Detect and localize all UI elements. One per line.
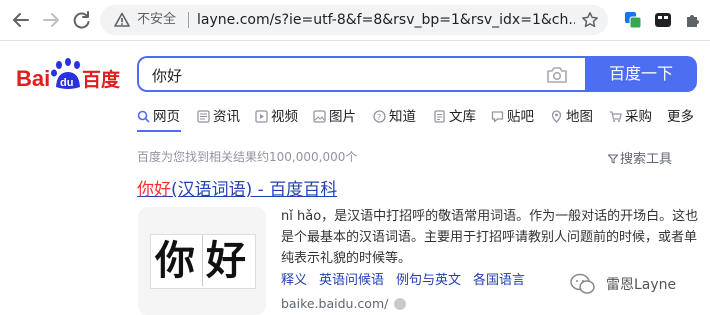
tab-label: 更多 bbox=[667, 109, 694, 125]
result-sublinks: 释义 英语问候语 例句与英文 各国语言 bbox=[281, 269, 537, 288]
reload-icon[interactable] bbox=[70, 9, 92, 31]
bookmark-star-icon[interactable] bbox=[581, 11, 599, 29]
forward-arrow-icon[interactable] bbox=[40, 9, 62, 31]
news-icon bbox=[197, 110, 210, 123]
logo-cn-text: 百度 bbox=[82, 68, 121, 91]
wechat-icon bbox=[570, 273, 595, 294]
extension-translate-icon[interactable] bbox=[624, 11, 642, 29]
result-thumbnail[interactable]: 你 好 bbox=[138, 207, 266, 315]
result-source[interactable]: baike.baidu.com/ bbox=[281, 296, 407, 311]
tab-label: 网页 bbox=[153, 109, 180, 125]
logo-du-text: du bbox=[60, 77, 73, 89]
security-label[interactable]: 不安全 bbox=[137, 12, 176, 28]
result-title-highlight: 你好 bbox=[137, 180, 171, 200]
result-title-rest: (汉语词语) - 百度百科 bbox=[171, 180, 338, 200]
back-arrow-icon[interactable] bbox=[10, 9, 32, 31]
sublink[interactable]: 例句与英文 bbox=[396, 273, 461, 288]
tab-label: 采购 bbox=[625, 109, 652, 125]
image-icon bbox=[313, 110, 326, 123]
extension-board-icon[interactable] bbox=[654, 11, 672, 29]
result-snippet: nǐ hǎo，是汉语中打招呼的敬语常用词语。作为一般对话的开场白。这也是个最基本… bbox=[281, 209, 699, 266]
search-input[interactable]: 你好 bbox=[137, 56, 585, 92]
result-count: 百度为您找到相关结果约100,000,000个 bbox=[137, 150, 358, 164]
search-icon bbox=[137, 110, 150, 123]
search-tools-button[interactable]: 搜索工具 bbox=[608, 148, 672, 167]
video-icon bbox=[255, 110, 268, 123]
source-url: baike.baidu.com/ bbox=[281, 296, 389, 311]
watermark-text: 雷恩Layne bbox=[606, 277, 677, 293]
svg-text:?: ? bbox=[377, 113, 381, 122]
active-tab-indicator bbox=[137, 130, 181, 132]
thumbnail-character-box: 你 好 bbox=[150, 234, 256, 289]
tab-label: 资讯 bbox=[213, 109, 240, 125]
result-title-link[interactable]: 你好(汉语词语) - 百度百科 bbox=[137, 175, 337, 200]
extensions-puzzle-icon[interactable] bbox=[684, 11, 702, 29]
tab-label: 文库 bbox=[449, 109, 476, 125]
address-bar[interactable]: 不安全 layne.com/s?ie=utf-8&f=8&rsv_bp=1&rs… bbox=[100, 5, 608, 35]
tieba-icon bbox=[491, 111, 504, 123]
search-button[interactable]: 百度一下 bbox=[585, 56, 697, 92]
sublink[interactable]: 释义 bbox=[281, 273, 307, 288]
tab-label: 图片 bbox=[329, 109, 356, 125]
thumbnail-char: 你 bbox=[155, 237, 195, 284]
map-icon bbox=[551, 110, 562, 123]
tab-label: 视频 bbox=[271, 109, 298, 125]
filter-icon bbox=[608, 154, 618, 164]
source-more-icon[interactable] bbox=[394, 298, 407, 310]
separator bbox=[188, 12, 189, 28]
search-query-text[interactable]: 你好 bbox=[152, 65, 182, 86]
logo-bai-text: Bai bbox=[16, 66, 50, 91]
sublink[interactable]: 各国语言 bbox=[473, 273, 525, 288]
tab-label: 知道 bbox=[389, 109, 416, 125]
question-icon: ? bbox=[373, 110, 386, 123]
camera-icon[interactable] bbox=[546, 66, 568, 84]
doc-icon bbox=[434, 110, 445, 123]
browser-toolbar: 不安全 layne.com/s?ie=utf-8&f=8&rsv_bp=1&rs… bbox=[0, 0, 710, 41]
thumbnail-char: 好 bbox=[206, 237, 246, 284]
tab-label: 贴吧 bbox=[507, 109, 534, 125]
purchase-icon bbox=[610, 111, 622, 122]
tab-label: 地图 bbox=[566, 109, 593, 125]
sublink[interactable]: 英语问候语 bbox=[319, 273, 384, 288]
baidu-paw-icon: Bai du 百度 bbox=[16, 58, 121, 91]
warning-icon[interactable] bbox=[114, 12, 130, 28]
baidu-logo[interactable]: Bai du 百度 bbox=[16, 57, 122, 93]
search-tools-label: 搜索工具 bbox=[620, 152, 673, 167]
url-text[interactable]: layne.com/s?ie=utf-8&f=8&rsv_bp=1&rsv_id… bbox=[197, 11, 575, 29]
